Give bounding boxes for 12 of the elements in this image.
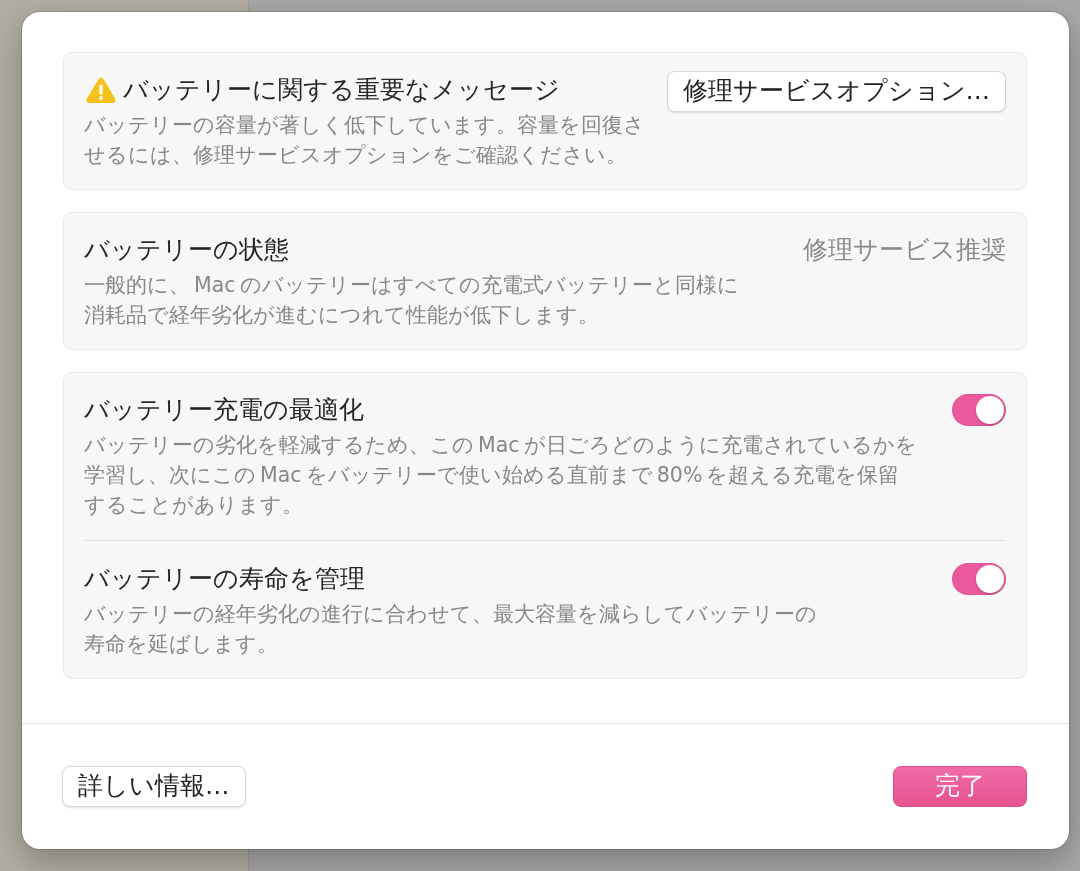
setting-description: バッテリーの経年劣化の進行に合わせて、最大容量を減らしてバッテリーの寿命を延ばします。 <box>84 601 818 658</box>
status-value: 修理サービス推奨 <box>803 234 1006 266</box>
setting-title: バッテリーの寿命を管理 <box>84 563 366 595</box>
status-title: バッテリーの状態 <box>84 234 290 266</box>
warning-icon <box>86 77 116 103</box>
alert-title: バッテリーに関する重要なメッセージ <box>123 74 560 106</box>
toggle-switch[interactable] <box>952 394 1006 426</box>
repair-options-button[interactable]: 修理サービスオプション… <box>666 71 1006 112</box>
setting-title: バッテリー充電の最適化 <box>84 394 365 426</box>
alert-message: バッテリーの容量が著しく低下しています。容量を回復させるには、修理サービスオプションをご確認ください。 <box>84 112 646 169</box>
toggle-switch[interactable] <box>952 563 1006 595</box>
more-info-button[interactable]: 詳しい情報… <box>62 766 246 807</box>
